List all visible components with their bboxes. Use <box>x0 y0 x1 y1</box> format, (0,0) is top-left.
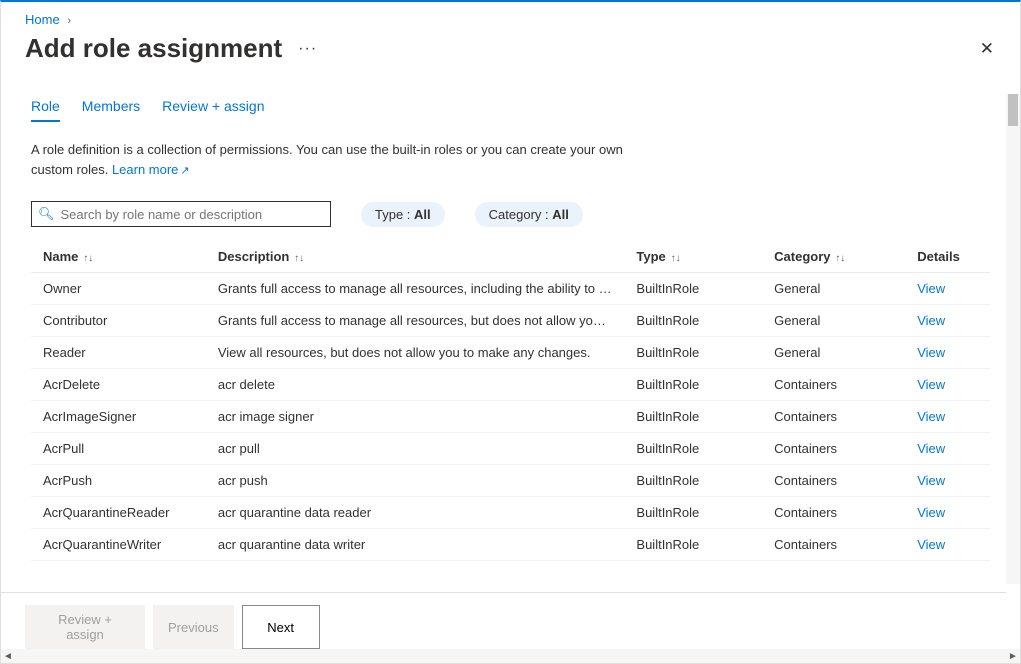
table-row[interactable]: OwnerGrants full access to manage all re… <box>31 273 990 305</box>
role-name-cell: AcrQuarantineReader <box>31 497 206 529</box>
role-description-cell: acr pull <box>206 433 625 465</box>
filter-category-pill[interactable]: Category : All <box>475 202 583 227</box>
column-header-details: Details <box>905 241 990 273</box>
role-name-cell: AcrPull <box>31 433 206 465</box>
role-name-cell: AcrImageSigner <box>31 401 206 433</box>
search-icon: 🔍︎ <box>38 206 55 222</box>
filter-type-label: Type : <box>375 207 414 222</box>
role-type-cell: BuiltInRole <box>624 401 762 433</box>
role-category-cell: Containers <box>762 369 905 401</box>
chevron-right-icon: › <box>67 15 71 27</box>
column-header-description[interactable]: Description ↑↓ <box>206 241 625 273</box>
role-type-cell: BuiltInRole <box>624 497 762 529</box>
table-row[interactable]: AcrQuarantineWriteracr quarantine data w… <box>31 529 990 561</box>
footer-buttons: Review + assign Previous Next <box>1 592 1006 649</box>
role-description-cell: acr push <box>206 465 625 497</box>
close-icon[interactable]: ✕ <box>980 39 996 59</box>
role-description-cell: View all resources, but does not allow y… <box>206 337 625 369</box>
role-type-cell: BuiltInRole <box>624 465 762 497</box>
role-name-cell: AcrQuarantineWriter <box>31 529 206 561</box>
role-category-cell: Containers <box>762 497 905 529</box>
page-description: A role definition is a collection of per… <box>31 140 651 179</box>
scroll-left-icon[interactable]: ◄ <box>1 651 15 662</box>
sort-icon: ↑↓ <box>668 253 681 264</box>
view-link[interactable]: View <box>917 473 945 488</box>
role-name-cell: AcrDelete <box>31 369 206 401</box>
breadcrumb-home-link[interactable]: Home <box>25 12 60 27</box>
scroll-right-icon[interactable]: ► <box>1006 651 1020 662</box>
role-type-cell: BuiltInRole <box>624 433 762 465</box>
table-row[interactable]: AcrPullacr pullBuiltInRoleContainers View <box>31 433 990 465</box>
view-link[interactable]: View <box>917 537 945 552</box>
role-category-cell: General <box>762 305 905 337</box>
view-link[interactable]: View <box>917 505 945 520</box>
role-name-cell: Reader <box>31 337 206 369</box>
view-link[interactable]: View <box>917 345 945 360</box>
sort-icon: ↑↓ <box>833 253 846 264</box>
table-row[interactable]: AcrImageSigneracr image signerBuiltInRol… <box>31 401 990 433</box>
previous-button: Previous <box>153 605 234 649</box>
role-type-cell: BuiltInRole <box>624 305 762 337</box>
filter-row: 🔍︎ Type : All Category : All <box>31 201 990 227</box>
search-input[interactable] <box>61 207 324 222</box>
role-description-cell: Grants full access to manage all resourc… <box>206 305 625 337</box>
table-row[interactable]: AcrDeleteacr deleteBuiltInRoleContainers… <box>31 369 990 401</box>
role-description-cell: acr delete <box>206 369 625 401</box>
role-description-cell: acr quarantine data writer <box>206 529 625 561</box>
role-category-cell: Containers <box>762 401 905 433</box>
table-row[interactable]: AcrQuarantineReaderacr quarantine data r… <box>31 497 990 529</box>
more-actions-icon[interactable]: ··· <box>298 40 317 58</box>
roles-table: Name ↑↓ Description ↑↓ Type ↑↓ Category … <box>31 241 990 561</box>
breadcrumb: Home › <box>1 2 1020 27</box>
column-header-category[interactable]: Category ↑↓ <box>762 241 905 273</box>
view-link[interactable]: View <box>917 377 945 392</box>
external-link-icon: ↗ <box>180 165 189 177</box>
role-type-cell: BuiltInRole <box>624 529 762 561</box>
role-type-cell: BuiltInRole <box>624 273 762 305</box>
role-name-cell: AcrPush <box>31 465 206 497</box>
learn-more-link[interactable]: Learn more↗ <box>112 162 190 177</box>
table-row[interactable]: ReaderView all resources, but does not a… <box>31 337 990 369</box>
review-assign-button: Review + assign <box>25 605 145 649</box>
filter-type-pill[interactable]: Type : All <box>361 202 445 227</box>
role-category-cell: Containers <box>762 465 905 497</box>
tabs: Role Members Review + assign <box>31 96 990 122</box>
filter-category-value: All <box>552 207 569 222</box>
sort-icon: ↑↓ <box>80 253 93 264</box>
table-row[interactable]: ContributorGrants full access to manage … <box>31 305 990 337</box>
sort-icon: ↑↓ <box>291 253 304 264</box>
role-type-cell: BuiltInRole <box>624 337 762 369</box>
filter-category-label: Category : <box>489 207 553 222</box>
role-description-cell: acr image signer <box>206 401 625 433</box>
table-row[interactable]: AcrPushacr pushBuiltInRoleContainers View <box>31 465 990 497</box>
role-category-cell: Containers <box>762 433 905 465</box>
column-header-name[interactable]: Name ↑↓ <box>31 241 206 273</box>
tab-members[interactable]: Members <box>82 96 140 122</box>
role-name-cell: Owner <box>31 273 206 305</box>
title-row: Add role assignment ··· ✕ <box>1 27 1020 78</box>
column-header-type[interactable]: Type ↑↓ <box>624 241 762 273</box>
filter-type-value: All <box>414 207 431 222</box>
tab-review-assign[interactable]: Review + assign <box>162 96 264 122</box>
search-box[interactable]: 🔍︎ <box>31 201 331 227</box>
role-category-cell: Containers <box>762 529 905 561</box>
view-link[interactable]: View <box>917 441 945 456</box>
role-category-cell: General <box>762 273 905 305</box>
role-type-cell: BuiltInRole <box>624 369 762 401</box>
view-link[interactable]: View <box>917 409 945 424</box>
role-description-cell: acr quarantine data reader <box>206 497 625 529</box>
role-description-cell: Grants full access to manage all resourc… <box>206 273 625 305</box>
next-button[interactable]: Next <box>242 605 320 649</box>
role-name-cell: Contributor <box>31 305 206 337</box>
page-title: Add role assignment <box>25 33 282 64</box>
horizontal-scrollbar[interactable]: ◄ ► <box>1 649 1020 663</box>
role-category-cell: General <box>762 337 905 369</box>
view-link[interactable]: View <box>917 313 945 328</box>
tab-role[interactable]: Role <box>31 96 60 122</box>
view-link[interactable]: View <box>917 281 945 296</box>
